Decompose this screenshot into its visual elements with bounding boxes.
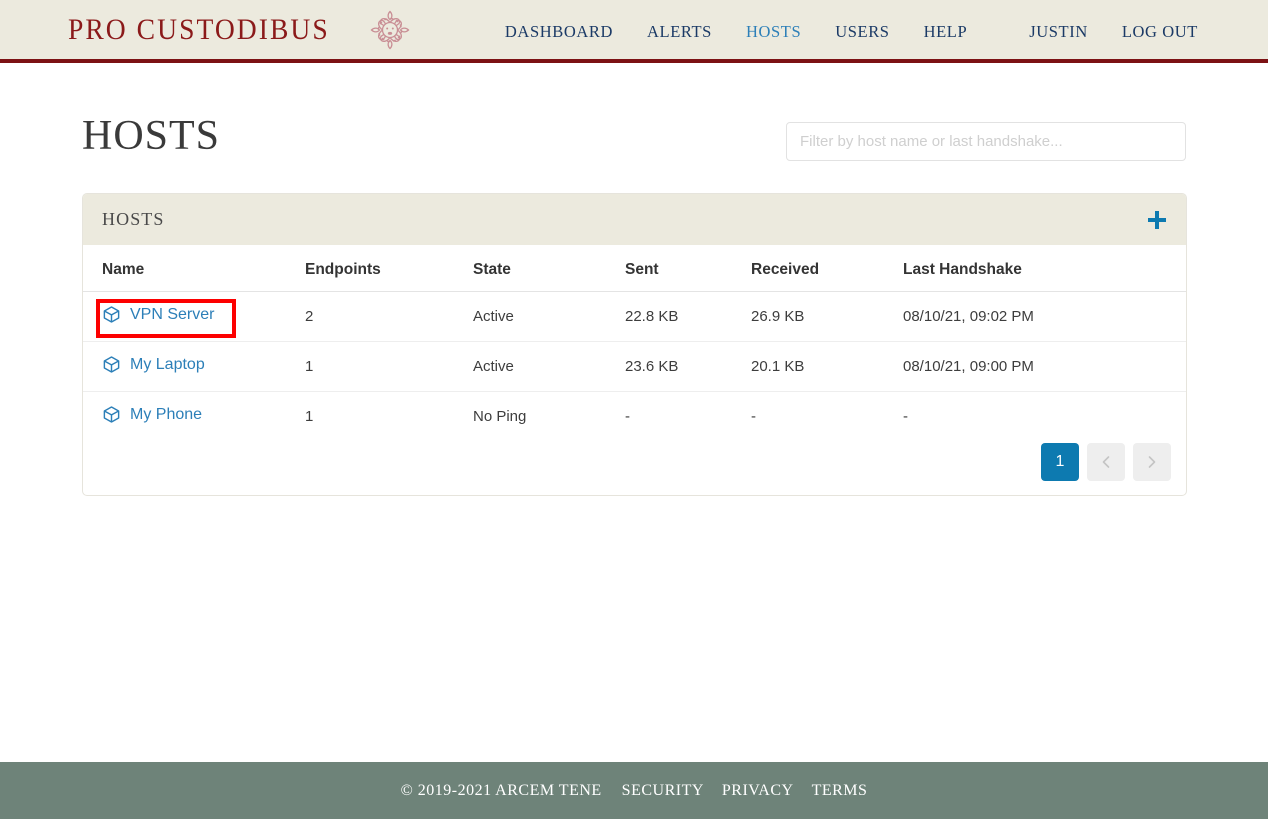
column-header-last-handshake[interactable]: Last Handshake [903,245,1186,292]
filter-input[interactable] [786,122,1186,161]
cell-endpoints: 2 [305,291,473,342]
column-header-endpoints[interactable]: Endpoints [305,245,473,292]
nav-link-dashboard[interactable]: DASHBOARD [505,22,613,42]
cell-sent: - [625,408,630,425]
hosts-table: Name Endpoints State Sent Received Last … [83,245,1186,441]
cube-icon [103,356,120,373]
nav-link-logout[interactable]: LOG OUT [1122,22,1198,42]
cell-state: No Ping [473,408,527,425]
column-header-sent[interactable]: Sent [625,245,751,292]
pagination-page-1[interactable]: 1 [1041,443,1079,481]
hosts-card-title: HOSTS [102,209,165,229]
chevron-right-icon [1148,456,1156,468]
column-header-state[interactable]: State [473,245,625,292]
hosts-table-body: VPN Server 2 Active 22.8 KB 26.9 KB 08/1… [83,291,1186,442]
pagination-next-button[interactable] [1133,443,1171,481]
table-row: My Phone 1 No Ping - - - [83,392,1186,442]
footer-link-security[interactable]: SECURITY [622,782,704,800]
footer-link-terms[interactable]: TERMS [812,782,868,800]
cell-endpoints: 1 [305,341,473,392]
nav-link-user-justin[interactable]: JUSTIN [1029,22,1088,42]
cell-endpoints: 1 [305,408,314,425]
nav-link-hosts[interactable]: HOSTS [746,22,801,42]
cube-icon [103,406,120,423]
column-header-received[interactable]: Received [751,245,903,292]
cell-host-name: VPN Server [83,291,305,342]
cell-state: Active [473,291,625,342]
hosts-table-head: Name Endpoints State Sent Received Last … [83,245,1186,292]
nav-link-help[interactable]: HELP [924,22,968,42]
medusa-ornament-icon [371,10,410,49]
column-header-name[interactable]: Name [83,245,305,292]
plus-icon [1148,210,1166,229]
brand-logo[interactable]: PRO CUSTODIBUS [68,6,414,54]
footer-link-privacy[interactable]: PRIVACY [722,782,794,800]
cell-received: 26.9 KB [751,291,903,342]
cell-received: - [751,408,756,425]
add-host-button[interactable] [1146,209,1168,231]
footer-content: © 2019-2021 ARCEM TENE SECURITY PRIVACY … [401,782,868,800]
host-name-label: VPN Server [130,305,215,323]
brand-wordmark: PRO CUSTODIBUS [68,12,330,46]
cell-sent: 23.6 KB [625,341,751,392]
table-row: VPN Server 2 Active 22.8 KB 26.9 KB 08/1… [83,291,1186,342]
cell-host-name: My Laptop [83,341,305,392]
cell-last-handshake: 08/10/21, 09:00 PM [903,341,1186,392]
nav-link-users[interactable]: USERS [835,22,889,42]
pagination-prev-button[interactable] [1087,443,1125,481]
page-root: PRO CUSTODIBUS DASHBOARD ALERTS HOSTS US… [0,0,1268,819]
table-row: My Laptop 1 Active 23.6 KB 20.1 KB 08/10… [83,341,1186,392]
pagination: 1 [1041,443,1171,481]
cube-icon [103,306,120,323]
cell-host-name: My Phone [83,392,305,442]
cell-received: 20.1 KB [751,341,903,392]
cell-last-handshake: - [903,408,908,425]
hosts-card: HOSTS Name Endpoints State Sent Received… [82,193,1187,496]
page-title: HOSTS [82,113,221,159]
main-navigation: DASHBOARD ALERTS HOSTS USERS HELP JUSTIN… [471,0,1268,63]
site-footer: © 2019-2021 ARCEM TENE SECURITY PRIVACY … [0,762,1268,819]
host-name-label: My Phone [130,405,203,423]
table-header-row: Name Endpoints State Sent Received Last … [83,245,1186,292]
cell-last-handshake: 08/10/21, 09:02 PM [903,291,1186,342]
footer-copyright: © 2019-2021 ARCEM TENE [400,781,602,799]
cell-state: Active [473,341,625,392]
host-name-label: My Laptop [130,355,205,373]
nav-link-alerts[interactable]: ALERTS [647,22,712,42]
cell-sent: 22.8 KB [625,291,751,342]
host-link-my-laptop[interactable]: My Laptop [102,355,205,374]
chevron-left-icon [1102,456,1110,468]
host-link-vpn-server[interactable]: VPN Server [102,305,214,324]
host-link-my-phone[interactable]: My Phone [102,405,202,424]
hosts-card-header: HOSTS [83,194,1186,245]
site-header: PRO CUSTODIBUS DASHBOARD ALERTS HOSTS US… [0,0,1268,63]
